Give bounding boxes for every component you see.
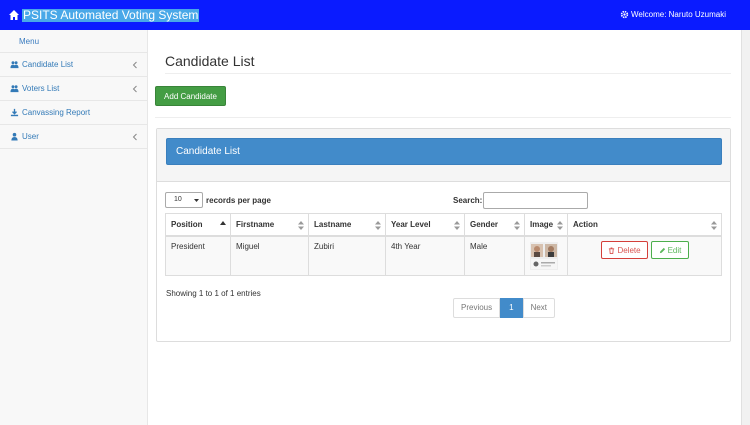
top-navbar: PSITS Automated Voting System Welcome: N… — [0, 0, 750, 30]
column-header-firstname[interactable]: Firstname — [230, 213, 309, 237]
section-divider — [155, 117, 731, 118]
cell-gender: Male — [464, 235, 525, 276]
column-header-lastname[interactable]: Lastname — [308, 213, 386, 237]
column-header-position[interactable]: Position — [165, 213, 231, 237]
candidate-photo-image — [530, 241, 558, 270]
cell-image — [524, 235, 568, 276]
sidebar-item-canvassing-report[interactable]: Canvassing Report — [0, 101, 147, 125]
delete-label: Delete — [617, 245, 641, 255]
sidebar-item-label: Canvassing Report — [22, 108, 91, 117]
table-header-row: Position Firstname Lastname Year Level G… — [165, 213, 722, 237]
edit-button[interactable]: Edit — [651, 241, 689, 259]
candidate-photo — [530, 241, 558, 270]
records-per-page-label: records per page — [206, 196, 271, 205]
sidebar-item-voters-list[interactable]: Voters List — [0, 77, 147, 101]
sort-icon — [375, 221, 381, 230]
column-header-gender[interactable]: Gender — [464, 213, 525, 237]
cell-firstname: Miguel — [230, 235, 309, 276]
records-per-page-select[interactable]: 10 — [165, 192, 203, 208]
chevron-left-icon — [132, 133, 137, 141]
brand-link[interactable]: PSITS Automated Voting System — [8, 7, 200, 22]
sidebar-menu-title: Menu — [0, 30, 147, 53]
user-menu[interactable]: Welcome: Naruto Uzumaki — [620, 10, 726, 19]
caret-down-icon — [194, 199, 199, 202]
search-label: Search: — [453, 196, 483, 205]
sidebar-item-label: Candidate List — [22, 60, 74, 69]
window-scrollbar[interactable] — [741, 30, 750, 425]
sidebar-item-user[interactable]: User — [0, 125, 147, 149]
users-icon — [10, 85, 19, 93]
edit-label: Edit — [667, 245, 682, 255]
pagination: Previous 1 Next — [453, 298, 556, 318]
column-header-year-level[interactable]: Year Level — [385, 213, 465, 237]
column-header-image[interactable]: Image — [524, 213, 568, 237]
welcome-text: Welcome: Naruto Uzumaki — [631, 10, 726, 19]
sort-icon — [557, 221, 563, 230]
pencil-icon — [659, 247, 665, 253]
previous-page-button[interactable]: Previous — [453, 298, 501, 318]
gear-icon — [620, 10, 629, 19]
cell-lastname: Zubiri — [308, 235, 386, 276]
chevron-left-icon — [132, 85, 137, 93]
sort-icon — [454, 221, 460, 230]
search-input[interactable] — [483, 192, 588, 209]
panel-title: Candidate List — [166, 138, 722, 165]
cell-position: President — [165, 235, 231, 276]
sort-icon — [711, 221, 717, 230]
users-icon — [10, 61, 19, 69]
panel-heading: Candidate List — [157, 129, 730, 182]
records-per-page-value: 10 — [174, 196, 182, 203]
sidebar-item-candidate-list[interactable]: Candidate List — [0, 53, 147, 77]
delete-button[interactable]: Delete — [601, 241, 648, 259]
trash-icon — [609, 246, 615, 254]
download-icon — [10, 108, 19, 117]
candidate-panel: Candidate List 10 records per page Searc… — [156, 128, 731, 342]
sort-icon — [514, 221, 520, 230]
sort-icon — [298, 221, 304, 230]
table-info: Showing 1 to 1 of 1 entries — [166, 289, 261, 298]
chevron-left-icon — [132, 61, 137, 69]
page-title: Candidate List — [165, 53, 255, 69]
add-candidate-button[interactable]: Add Candidate — [155, 86, 226, 106]
title-divider — [165, 73, 731, 74]
page-1-button[interactable]: 1 — [500, 298, 523, 318]
next-page-button[interactable]: Next — [522, 298, 556, 318]
user-icon — [11, 132, 18, 141]
sidebar-item-label: User — [22, 132, 39, 141]
home-icon — [9, 10, 19, 20]
sort-asc-icon — [220, 221, 226, 225]
sidebar-item-label: Voters List — [22, 84, 60, 93]
app-title: PSITS Automated Voting System — [22, 7, 200, 22]
sidebar: Menu Candidate List Voters List Canvassi… — [0, 30, 148, 425]
column-header-action[interactable]: Action — [567, 213, 722, 237]
cell-year-level: 4th Year — [385, 235, 465, 276]
